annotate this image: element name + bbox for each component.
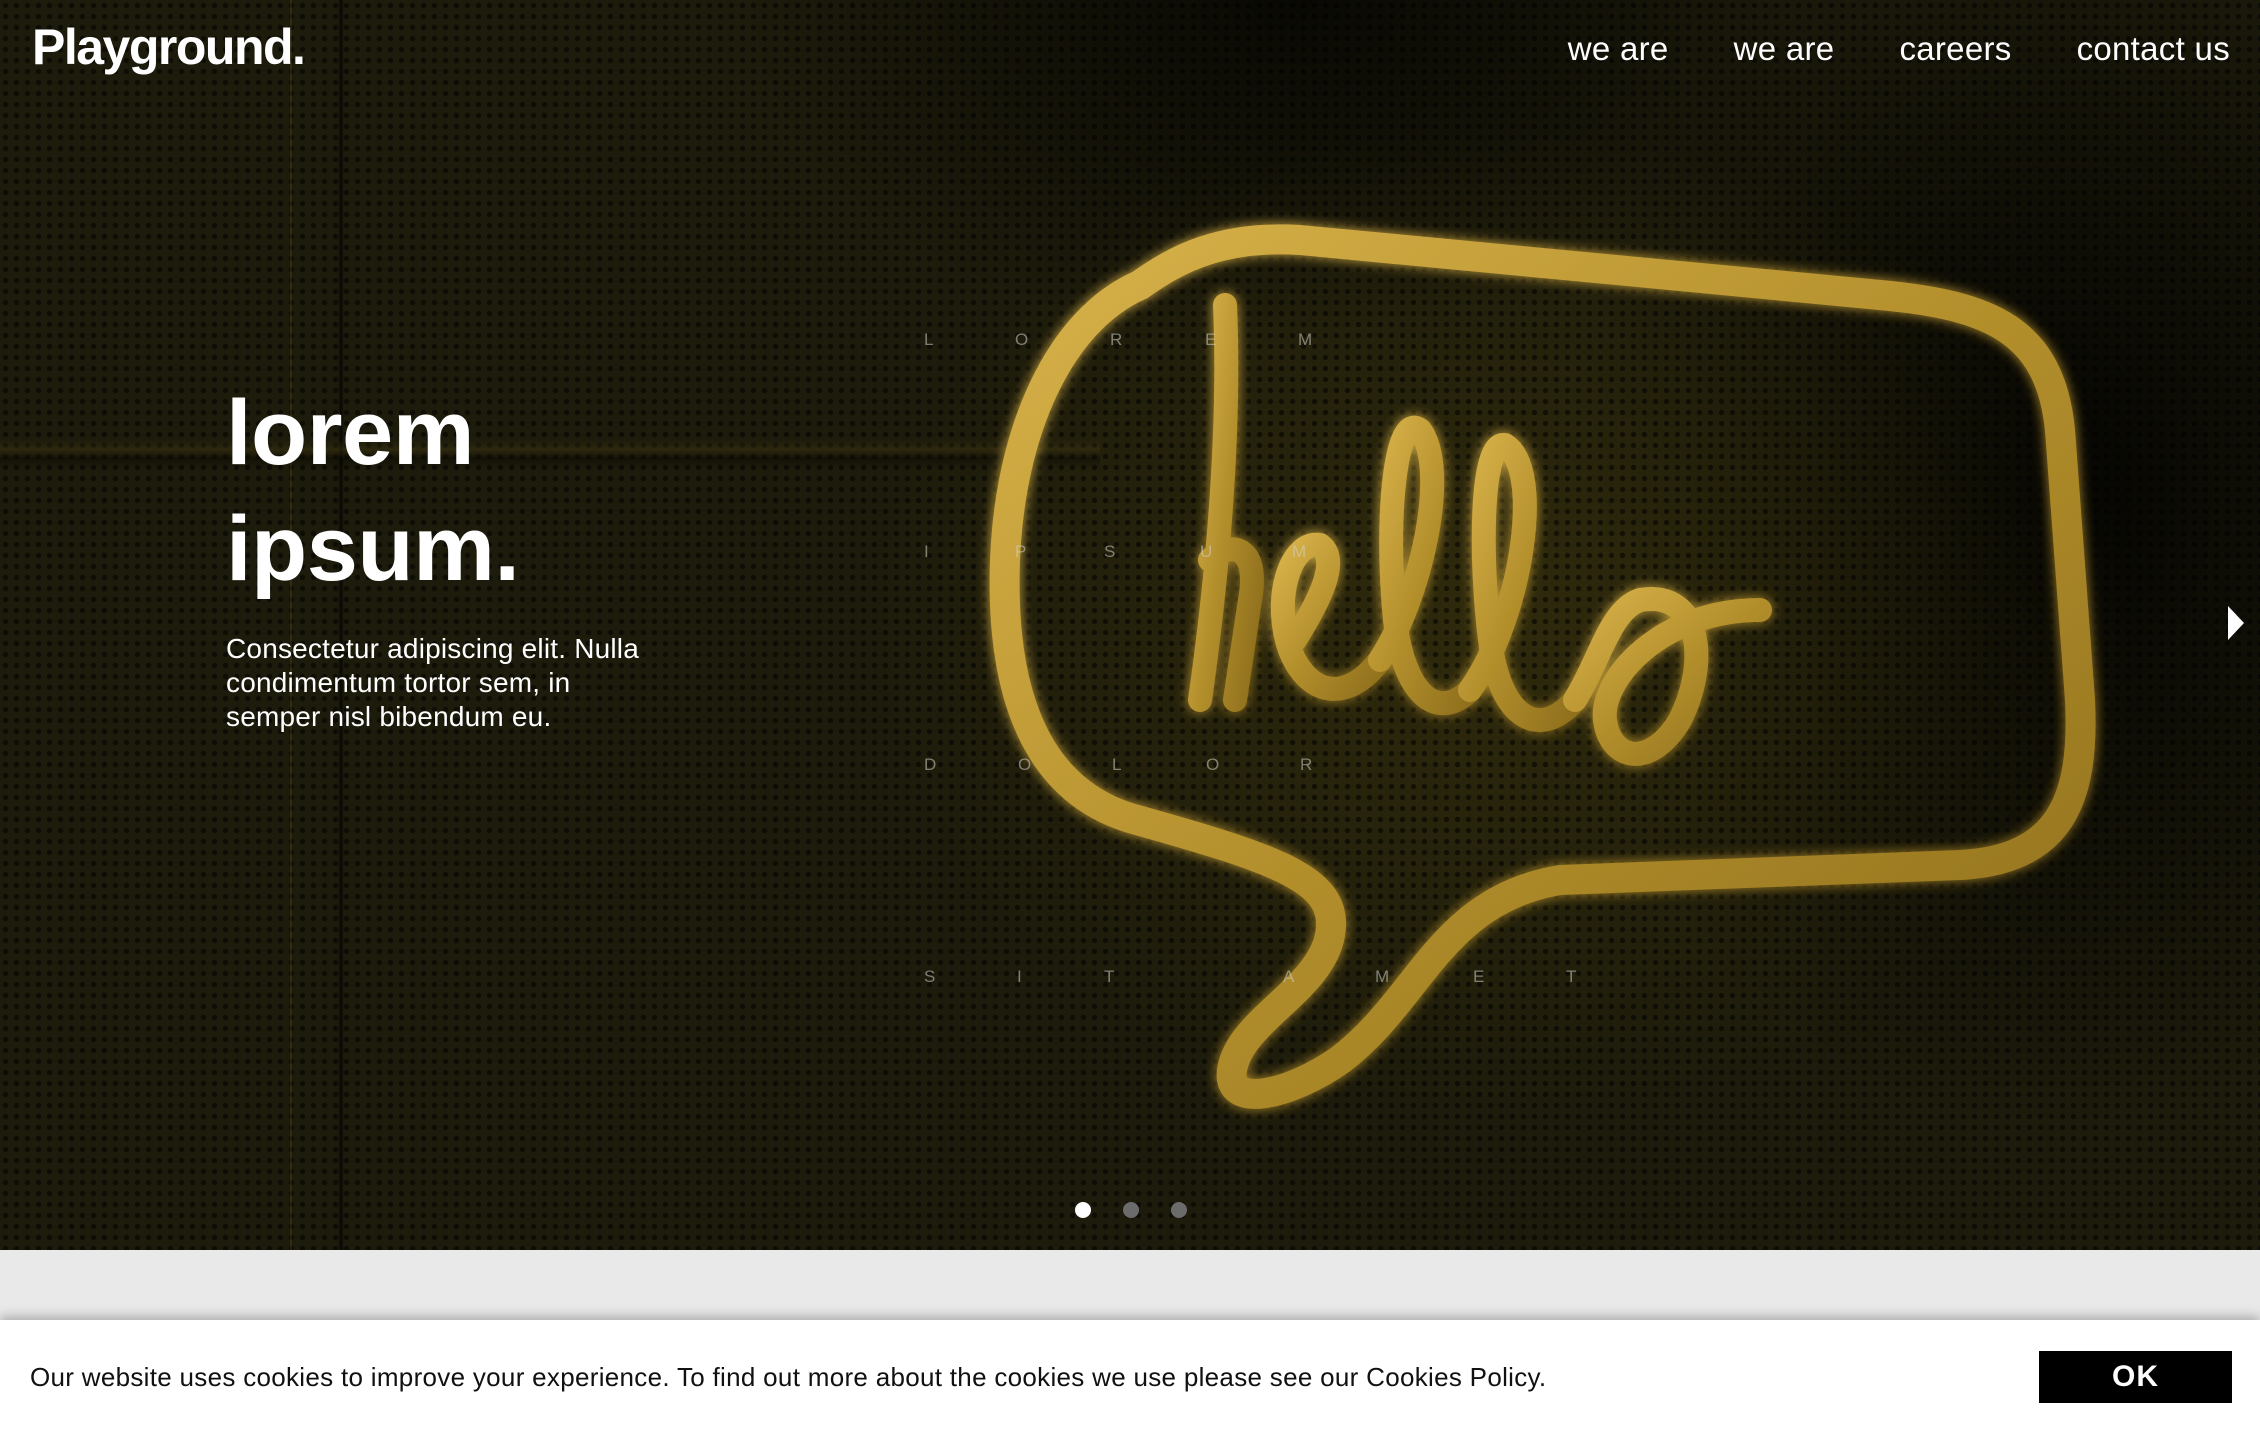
scatter-letter: D [924,755,937,774]
cookie-banner: Our website uses cookies to improve your… [0,1320,2260,1432]
carousel-dot-2[interactable] [1123,1202,1139,1218]
scatter-letter: E [1473,967,1485,986]
scatter-letter: A [1283,967,1295,986]
hero-slider: L O R E M I P S U M D O L O R S I T A M … [0,0,2260,1250]
hero-subtext: Consectetur adipiscing elit. Nulla condi… [226,633,640,732]
scatter-letter: S [924,967,936,986]
nav-item-contact-us[interactable]: contact us [2077,30,2230,68]
scatter-letter: M [1292,542,1307,561]
nav-item-careers[interactable]: careers [1899,30,2011,68]
scatter-letter: T [1566,967,1577,986]
scatter-letter: O [1018,755,1032,774]
scatter-letter: M [1298,330,1313,349]
scatter-letter: R [1110,330,1123,349]
scatter-letter: E [1205,330,1217,349]
brand-logo[interactable]: Playground. [32,18,306,76]
hero-headline-line: ipsum. [226,498,520,600]
nav-item-we-are[interactable]: we are [1568,30,1669,68]
scatter-letter: O [1206,755,1220,774]
scatter-letter: M [1375,967,1390,986]
scatter-letter: O [1015,330,1029,349]
scattered-letters: L O R E M I P S U M D O L O R S I T A M … [0,0,2260,1250]
scatter-letter: I [924,542,929,561]
scatter-letter: I [1017,967,1022,986]
scatter-letter: U [1200,542,1213,561]
hero-headline-line: lorem [226,382,475,484]
scatter-letter: L [1112,755,1122,774]
nav-item-we-are-2[interactable]: we are [1734,30,1835,68]
scatter-letter: L [924,330,934,349]
scatter-letter: T [1104,967,1115,986]
chevron-right-icon[interactable] [2228,606,2244,640]
scatter-letter: P [1015,542,1027,561]
content-section [0,1250,2260,1320]
cookie-ok-button[interactable]: OK [2039,1351,2232,1403]
scatter-letter: R [1300,755,1313,774]
cookie-message: Our website uses cookies to improve your… [30,1362,1547,1392]
main-nav: we are we are careers contact us [1568,30,2230,68]
carousel-pagination [1075,1202,1187,1218]
carousel-dot-3[interactable] [1171,1202,1187,1218]
hero-headline: lorem ipsum. [226,375,520,607]
carousel-dot-1[interactable] [1075,1202,1091,1218]
scatter-letter: S [1104,542,1116,561]
